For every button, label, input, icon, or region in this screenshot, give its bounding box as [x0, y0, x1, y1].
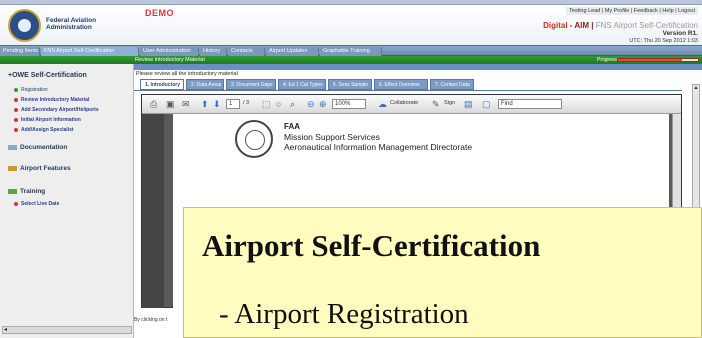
- tab-user-administration[interactable]: User Administration: [140, 47, 199, 56]
- doc-subheading: Mission Support Services: [284, 132, 380, 142]
- tab-contacts[interactable]: Contacts: [228, 47, 265, 56]
- app-title-aim: - AIM |: [569, 21, 594, 30]
- scroll-up-icon[interactable]: ▴: [693, 85, 699, 92]
- complete-icon: [14, 87, 18, 92]
- previous-page-icon[interactable]: ⬆: [201, 99, 209, 109]
- caption-item: - Airport Registration: [219, 298, 469, 330]
- subtab-data-areas[interactable]: 2. Data Areas: [186, 79, 224, 90]
- app-title-digital: Digital: [543, 21, 568, 30]
- zoom-in-icon[interactable]: ⊕: [319, 99, 327, 109]
- save-icon[interactable]: ▣: [166, 99, 175, 109]
- incomplete-icon: [14, 97, 18, 102]
- collaborate-icon[interactable]: ☁: [378, 99, 387, 109]
- sidebar-section-airport-features[interactable]: Airport Features: [8, 165, 71, 172]
- tab-airport-self-certification[interactable]: FNS Airport Self-Certification: [41, 47, 139, 56]
- agreement-text: By clicking on t: [134, 317, 168, 323]
- sidebar: +OWE Self-Certification Registration Rev…: [0, 64, 134, 338]
- tab-graphable-training[interactable]: Graphable Training: [320, 47, 382, 56]
- sidebar-item-label: Registration: [21, 87, 48, 93]
- user-links[interactable]: Testing Lead | My Profile | Feedback | H…: [566, 7, 698, 15]
- tab-pending-items[interactable]: Pending Items: [0, 47, 40, 56]
- agency-name: Federal Aviation Administration: [46, 17, 97, 31]
- progress-fill: [618, 59, 682, 61]
- app-header: Federal Aviation Administration DEMO Tes…: [0, 5, 702, 45]
- sidebar-item-review-material[interactable]: Review Introductory Material: [14, 97, 89, 103]
- subtab-cat-types[interactable]: 4. Ed 1 Cat Types: [278, 79, 326, 90]
- environment-label: DEMO: [145, 8, 174, 18]
- expand-icon: [8, 144, 17, 150]
- instruction-text: Please review all the introductory mater…: [136, 71, 238, 77]
- sidebar-item-label: Review Introductory Material: [21, 97, 90, 103]
- training-icon: [8, 188, 17, 194]
- sidebar-section-label: Training: [20, 188, 46, 195]
- select-tool-icon[interactable]: ⬚: [262, 99, 271, 109]
- subtab-sess-sample[interactable]: 5. Sess Sample: [328, 79, 372, 90]
- subtab-effect-overview[interactable]: 6. Effect Overview: [374, 79, 428, 90]
- subtab-introductory[interactable]: 1. Introductory: [140, 79, 184, 90]
- sidebar-item-registration[interactable]: Registration: [14, 87, 48, 93]
- sidebar-horizontal-scrollbar[interactable]: ◂: [2, 326, 132, 334]
- main-nav: Pending Items FNS Airport Self-Certifica…: [0, 45, 702, 56]
- incomplete-icon: [14, 127, 18, 132]
- caption-title: Airport Self-Certification: [202, 228, 541, 263]
- email-icon[interactable]: ✉: [182, 99, 190, 109]
- progress-label: Progress: [597, 57, 618, 63]
- sidebar-item-label: Select Live Date: [21, 201, 60, 207]
- pdf-toolbar: ⎙ ▣ ✉ ⬆ ⬇ 1 / 3 ⬚ ○ ⌕ ⊖ ⊕ 100% ☁ Collabo…: [142, 95, 681, 114]
- next-page-icon[interactable]: ⬇: [213, 99, 221, 109]
- progress-track: [617, 58, 699, 62]
- marquee-zoom-icon[interactable]: ⌕: [290, 99, 295, 109]
- scroll-left-icon[interactable]: ◂: [4, 327, 7, 333]
- hand-tool-icon[interactable]: ○: [276, 99, 281, 109]
- sidebar-item-label: Add Secondary Airport/Heliports: [21, 107, 99, 113]
- incomplete-icon: [14, 201, 18, 206]
- sidebar-item-assign-specialist[interactable]: Add/Assign Specialist: [14, 127, 74, 133]
- sidebar-item-select-live-date[interactable]: Select Live Date: [14, 201, 59, 207]
- sidebar-section-label: Documentation: [20, 144, 68, 151]
- find-input[interactable]: Find: [498, 99, 562, 109]
- zoom-select[interactable]: 100%: [332, 99, 366, 109]
- sidebar-title[interactable]: +OWE Self-Certification: [8, 72, 87, 79]
- subtab-divider: [134, 90, 682, 91]
- sidebar-item-label: Initial Airport Information: [21, 117, 81, 123]
- airport-features-icon: [8, 165, 17, 171]
- incomplete-icon: [14, 117, 18, 122]
- app-title: Digital - AIM | FNS Airport Self-Certifi…: [543, 21, 698, 30]
- fit-page-icon[interactable]: ▢: [482, 99, 491, 109]
- tab-airport-updates[interactable]: Airport Updates: [266, 47, 319, 56]
- subtab-document-gaps[interactable]: 3. Document Gaps: [226, 79, 276, 90]
- version-label: Version R1.: [662, 30, 698, 37]
- pdf-navigation-pane[interactable]: [142, 114, 164, 308]
- sign-icon[interactable]: ✎: [432, 99, 440, 109]
- zoom-out-icon[interactable]: ⊖: [307, 99, 315, 109]
- sign-button[interactable]: Sign: [444, 100, 455, 106]
- page-total: / 3: [243, 100, 250, 106]
- sidebar-section-label: Airport Features: [20, 165, 71, 172]
- sidebar-item-label: Add/Assign Specialist: [21, 127, 74, 133]
- app-title-name: FNS Airport Self-Certification: [595, 21, 698, 30]
- sidebar-item-initial-airport-info[interactable]: Initial Airport Information: [14, 117, 81, 123]
- tab-history[interactable]: History: [200, 47, 227, 56]
- fit-width-icon[interactable]: ▤: [464, 99, 473, 109]
- utc-clock: UTC: Thu 20 Sep 2012 1:03: [629, 38, 698, 44]
- collaborate-button[interactable]: Collaborate: [390, 100, 418, 106]
- faa-seal-icon: [235, 120, 273, 158]
- print-icon[interactable]: ⎙: [150, 99, 157, 109]
- sidebar-section-training[interactable]: Training: [8, 188, 45, 195]
- sidebar-section-documentation[interactable]: Documentation: [8, 144, 67, 151]
- incomplete-icon: [14, 107, 18, 112]
- slide-caption-overlay: Airport Self-Certification - Airport Reg…: [183, 207, 702, 338]
- faa-logo-icon: [8, 9, 41, 42]
- progress-bar-row: Review Introductory Material Progress: [0, 56, 702, 64]
- section-header-bar: [134, 64, 702, 70]
- sidebar-item-secondary-airports[interactable]: Add Secondary Airport/Heliports: [14, 107, 99, 113]
- doc-directorate: Aeronautical Information Management Dire…: [284, 142, 473, 152]
- doc-heading: FAA: [284, 122, 300, 131]
- subtab-contact-data[interactable]: 7. Contact Data: [430, 79, 474, 90]
- page-number-input[interactable]: 1: [226, 99, 240, 109]
- breadcrumb: Review Introductory Material: [135, 57, 205, 63]
